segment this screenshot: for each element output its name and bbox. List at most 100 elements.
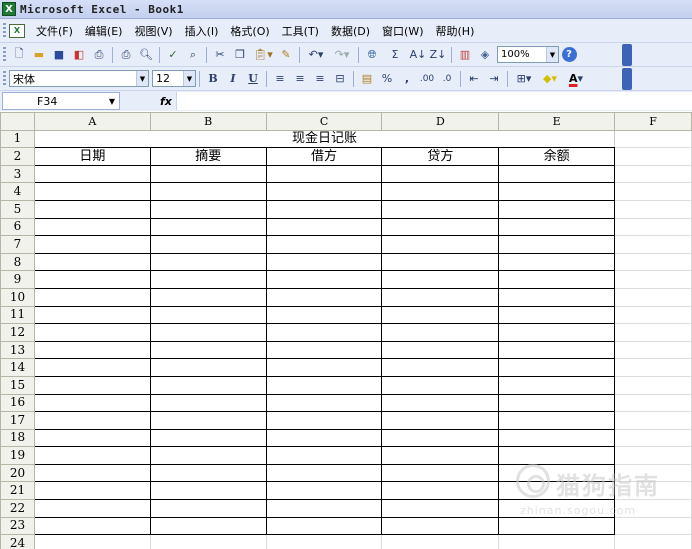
cell[interactable] (265, 481, 383, 501)
cell[interactable] (265, 340, 383, 360)
cell[interactable] (614, 499, 692, 518)
cell[interactable] (149, 235, 267, 254)
cell[interactable] (149, 164, 267, 184)
cell[interactable] (149, 182, 267, 201)
row-header[interactable]: 2 (0, 147, 35, 166)
cell[interactable] (614, 516, 692, 536)
row-header[interactable]: 18 (0, 428, 35, 448)
cell[interactable] (149, 428, 267, 448)
cell[interactable] (614, 446, 692, 465)
row-header[interactable]: 7 (0, 235, 35, 254)
cell[interactable] (265, 516, 383, 536)
paste-icon[interactable]: 📋︎▾ (250, 46, 276, 64)
cell[interactable] (614, 393, 692, 413)
preview-icon[interactable]: 🔍︎ (136, 46, 156, 64)
menu-file[interactable]: 文件(F) (31, 23, 80, 39)
row-header[interactable]: 22 (0, 499, 35, 518)
cell[interactable] (381, 270, 500, 289)
cell[interactable] (614, 287, 692, 307)
insert-function-icon[interactable]: fx (160, 95, 172, 108)
row-header[interactable]: 12 (0, 323, 35, 342)
name-box[interactable]: F34 ▼ (2, 92, 120, 110)
row-header[interactable]: 11 (0, 305, 35, 325)
cell[interactable] (33, 217, 151, 237)
cell[interactable] (33, 516, 151, 536)
undo-icon[interactable]: ↶▾ (303, 46, 329, 64)
cell[interactable] (498, 481, 616, 501)
cell[interactable] (381, 446, 500, 465)
cell[interactable] (614, 340, 692, 360)
header-cell-balance[interactable]: 余额 (498, 147, 616, 166)
cell[interactable] (33, 182, 151, 201)
cell[interactable] (33, 446, 151, 465)
cell[interactable] (33, 463, 151, 483)
cell[interactable] (614, 463, 692, 483)
cell[interactable] (149, 411, 267, 430)
cell[interactable] (149, 393, 267, 413)
research-icon[interactable]: ⌕ (183, 46, 203, 64)
cell[interactable] (149, 252, 267, 272)
cell[interactable] (614, 182, 692, 201)
cell[interactable] (498, 463, 616, 483)
align-right-icon[interactable]: ≡ (310, 70, 330, 88)
cell[interactable] (381, 481, 500, 501)
menu-edit[interactable]: 编辑(E) (80, 23, 130, 39)
cell[interactable] (614, 147, 692, 166)
cell[interactable] (381, 534, 500, 549)
menu-window[interactable]: 窗口(W) (377, 23, 430, 39)
cell[interactable] (265, 446, 383, 465)
cell[interactable] (265, 287, 383, 307)
cell[interactable] (33, 235, 151, 254)
cell[interactable] (614, 270, 692, 289)
cell[interactable] (498, 270, 616, 289)
row-header[interactable]: 1 (0, 129, 35, 149)
cell[interactable] (614, 129, 692, 149)
row-header[interactable]: 15 (0, 375, 35, 395)
header-cell-summary[interactable]: 摘要 (149, 147, 267, 166)
cell[interactable] (614, 358, 692, 377)
cut-icon[interactable]: ✂ (210, 46, 230, 64)
cell[interactable] (33, 358, 151, 377)
cell[interactable] (265, 217, 383, 237)
chevron-down-icon[interactable]: ▼ (136, 71, 148, 86)
cell[interactable] (149, 270, 267, 289)
cell[interactable] (265, 499, 383, 518)
cell[interactable] (149, 323, 267, 342)
chevron-down-icon[interactable]: ▼ (183, 71, 195, 86)
cell[interactable] (381, 428, 500, 448)
formula-input[interactable] (176, 92, 692, 110)
chart-wizard-icon[interactable]: ▥ (455, 46, 475, 64)
cell[interactable] (381, 217, 500, 237)
row-header[interactable]: 5 (0, 199, 35, 219)
cell[interactable] (498, 287, 616, 307)
column-header-e[interactable]: E (498, 112, 616, 131)
help-button[interactable]: ? (559, 46, 579, 64)
cell[interactable] (265, 164, 383, 184)
cell[interactable] (33, 199, 151, 219)
autosum-button[interactable]: Σ (382, 46, 408, 64)
column-header-d[interactable]: D (381, 112, 500, 131)
cell[interactable] (149, 481, 267, 501)
cell[interactable] (614, 217, 692, 237)
cell[interactable] (33, 428, 151, 448)
row-header[interactable]: 10 (0, 287, 35, 307)
cell[interactable] (33, 411, 151, 430)
header-cell-credit[interactable]: 贷方 (381, 147, 500, 166)
print-preview-icon[interactable]: ⎙ (116, 46, 136, 64)
cell[interactable] (149, 305, 267, 325)
cell[interactable] (149, 534, 267, 549)
cell[interactable] (498, 217, 616, 237)
cell[interactable] (265, 252, 383, 272)
row-header[interactable]: 21 (0, 481, 35, 501)
row-header[interactable]: 9 (0, 270, 35, 289)
cell[interactable] (381, 340, 500, 360)
sort-ascending-icon[interactable]: A↓ (408, 46, 428, 64)
cell[interactable] (498, 358, 616, 377)
column-header-f[interactable]: F (614, 112, 692, 131)
cell[interactable] (498, 375, 616, 395)
cell[interactable] (498, 393, 616, 413)
cell[interactable] (498, 340, 616, 360)
cell[interactable] (265, 463, 383, 483)
menu-view[interactable]: 视图(V) (129, 23, 179, 39)
cell[interactable] (149, 358, 267, 377)
